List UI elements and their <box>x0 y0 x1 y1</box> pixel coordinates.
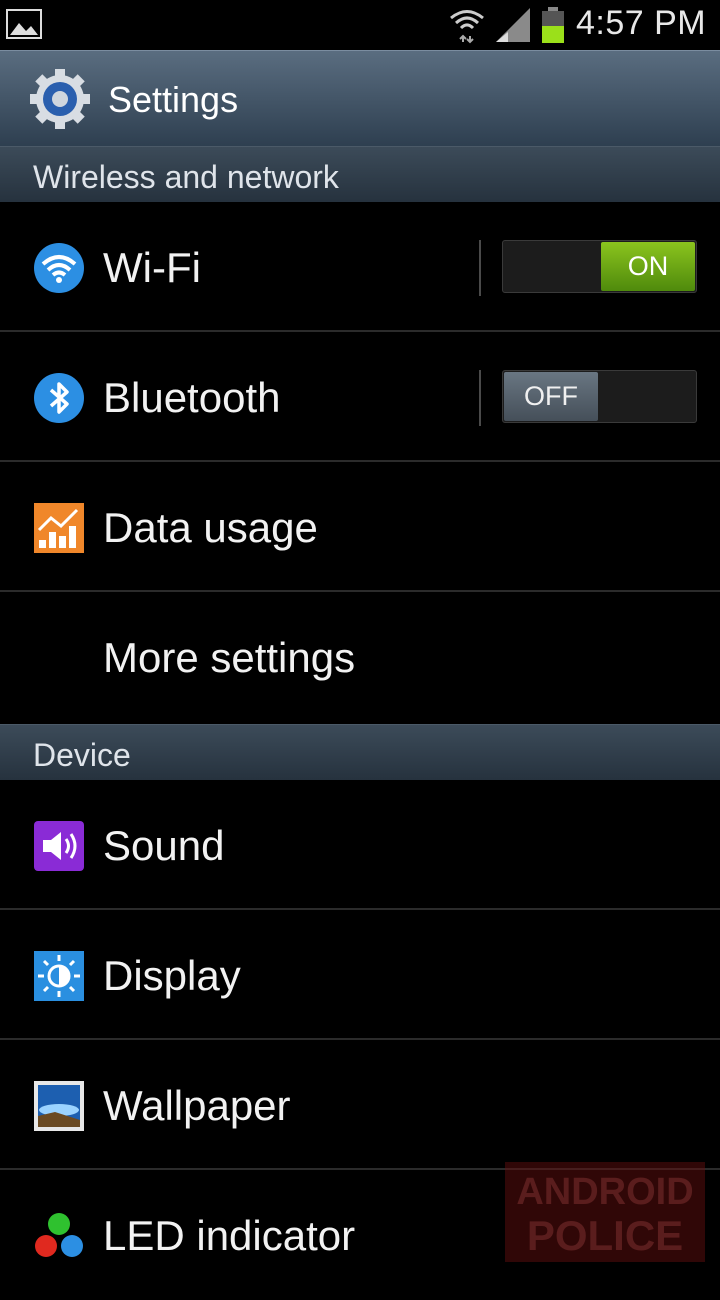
wallpaper-icon <box>34 1081 84 1131</box>
settings-item-data-usage[interactable]: Data usage <box>0 462 720 592</box>
led-indicator-icon <box>35 1213 83 1257</box>
wallpaper-label: Wallpaper <box>103 1082 291 1129</box>
wifi-icon <box>34 243 84 293</box>
battery-icon <box>542 7 564 43</box>
settings-item-more-settings[interactable]: More settings <box>0 592 720 722</box>
svg-text:ANDROID: ANDROID <box>516 1171 693 1213</box>
status-bar: 4:57 PM <box>0 0 720 50</box>
status-time: 4:57 PM <box>576 4 707 42</box>
section-title-device: Device <box>33 737 131 773</box>
led-indicator-label: LED indicator <box>103 1212 356 1259</box>
bluetooth-toggle[interactable]: OFF <box>502 370 697 423</box>
data-usage-label: Data usage <box>103 504 318 551</box>
bluetooth-label: Bluetooth <box>103 374 281 421</box>
section-header-wireless: Wireless and network <box>0 146 720 202</box>
more-settings-label: More settings <box>103 634 356 681</box>
settings-item-wallpaper[interactable]: Wallpaper <box>0 1040 720 1170</box>
divider <box>479 240 481 296</box>
android-police-watermark: ANDROID POLICE <box>505 1162 705 1262</box>
settings-item-wifi[interactable]: Wi-Fi ON <box>0 202 720 332</box>
bluetooth-icon <box>34 373 84 423</box>
action-bar: Settings <box>0 50 720 146</box>
section-header-device: Device <box>0 724 720 780</box>
settings-item-bluetooth[interactable]: Bluetooth OFF <box>0 332 720 462</box>
page-title: Settings <box>108 79 239 120</box>
bluetooth-toggle-state: OFF <box>504 372 598 421</box>
sound-label: Sound <box>103 822 225 869</box>
display-label: Display <box>103 952 241 999</box>
settings-item-display[interactable]: Display <box>0 910 720 1040</box>
display-icon <box>34 951 84 1001</box>
data-usage-icon <box>34 503 84 553</box>
gear-icon <box>30 69 90 129</box>
divider <box>479 370 481 426</box>
svg-text:POLICE: POLICE <box>527 1212 683 1259</box>
wifi-toggle[interactable]: ON <box>502 240 697 293</box>
settings-item-sound[interactable]: Sound <box>0 780 720 910</box>
sound-icon <box>34 821 84 871</box>
signal-icon <box>496 8 530 42</box>
wifi-icon <box>450 10 484 44</box>
gallery-icon <box>6 9 42 39</box>
wifi-label: Wi-Fi <box>103 244 201 291</box>
section-title-wireless: Wireless and network <box>33 159 339 195</box>
wifi-toggle-state: ON <box>601 242 695 291</box>
